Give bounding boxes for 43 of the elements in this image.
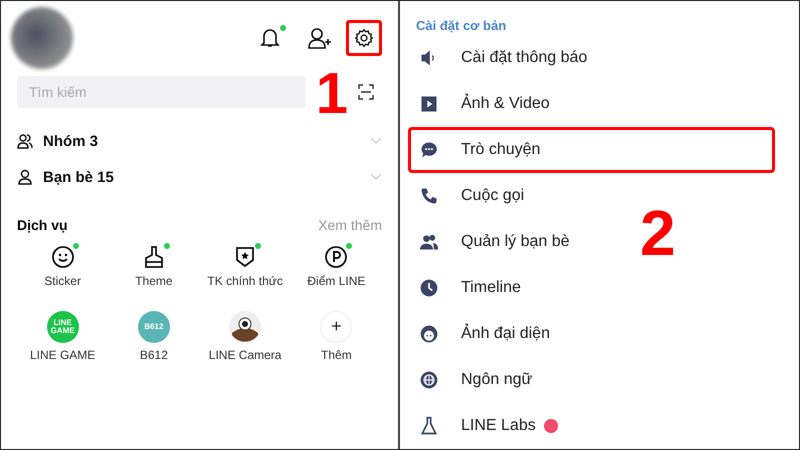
- add-friend-icon[interactable]: [308, 27, 332, 49]
- settings-item[interactable]: Ảnh & Video: [408, 81, 561, 127]
- phone-icon: [419, 186, 439, 206]
- scan-icon[interactable]: [358, 84, 374, 100]
- service-label[interactable]: Thêm: [321, 348, 352, 363]
- people-icon: [17, 133, 33, 149]
- person-icon: [17, 169, 33, 185]
- section-title: Dịch vụ: [17, 217, 68, 233]
- flask-icon: [419, 416, 439, 436]
- step-number: 2: [640, 201, 676, 265]
- settings-item[interactable]: Quản lý bạn bè: [408, 219, 581, 265]
- bear-camera-drawing[interactable]: [229, 310, 262, 343]
- add-service-button[interactable]: +: [320, 310, 352, 343]
- settings-item[interactable]: Cuộc gọi: [408, 173, 536, 219]
- settings-item[interactable]: Trò chuyện: [408, 127, 775, 173]
- service-label[interactable]: Theme: [135, 275, 173, 289]
- points-icon[interactable]: [324, 245, 348, 269]
- search-field[interactable]: Tìm kiếm: [17, 76, 306, 108]
- settings-item[interactable]: LINE Labs: [408, 403, 569, 449]
- service-label[interactable]: LINE Camera: [208, 348, 282, 363]
- service-label[interactable]: B612: [140, 348, 168, 363]
- clock-icon: [419, 278, 439, 298]
- group-label[interactable]: Bạn bè 15: [43, 168, 360, 186]
- settings-item[interactable]: Ảnh đại diện: [408, 311, 561, 357]
- avatar-photo[interactable]: [11, 7, 73, 69]
- service-label[interactable]: LINE GAME: [30, 348, 96, 363]
- section-title: Cài đặt cơ bản: [416, 18, 508, 33]
- service-label[interactable]: Sticker: [44, 275, 81, 289]
- smiley-icon[interactable]: [50, 245, 75, 269]
- settings-icon[interactable]: [346, 20, 382, 56]
- step-number: 1: [316, 65, 348, 123]
- people-icon: [419, 232, 439, 252]
- globe-icon: [419, 370, 439, 390]
- chat-icon: [419, 140, 439, 160]
- service-label[interactable]: TK chính thức: [207, 275, 283, 289]
- service-label[interactable]: Điểm LINE: [307, 275, 366, 289]
- play-icon: [419, 94, 439, 114]
- settings-item[interactable]: Ngôn ngữ: [408, 357, 544, 403]
- bell-icon[interactable]: [260, 27, 280, 49]
- settings-item[interactable]: Cài đặt thông báo: [408, 35, 598, 81]
- face-icon: [419, 324, 439, 344]
- group-label[interactable]: Nhóm 3: [43, 132, 360, 150]
- settings-item[interactable]: Timeline: [408, 265, 532, 311]
